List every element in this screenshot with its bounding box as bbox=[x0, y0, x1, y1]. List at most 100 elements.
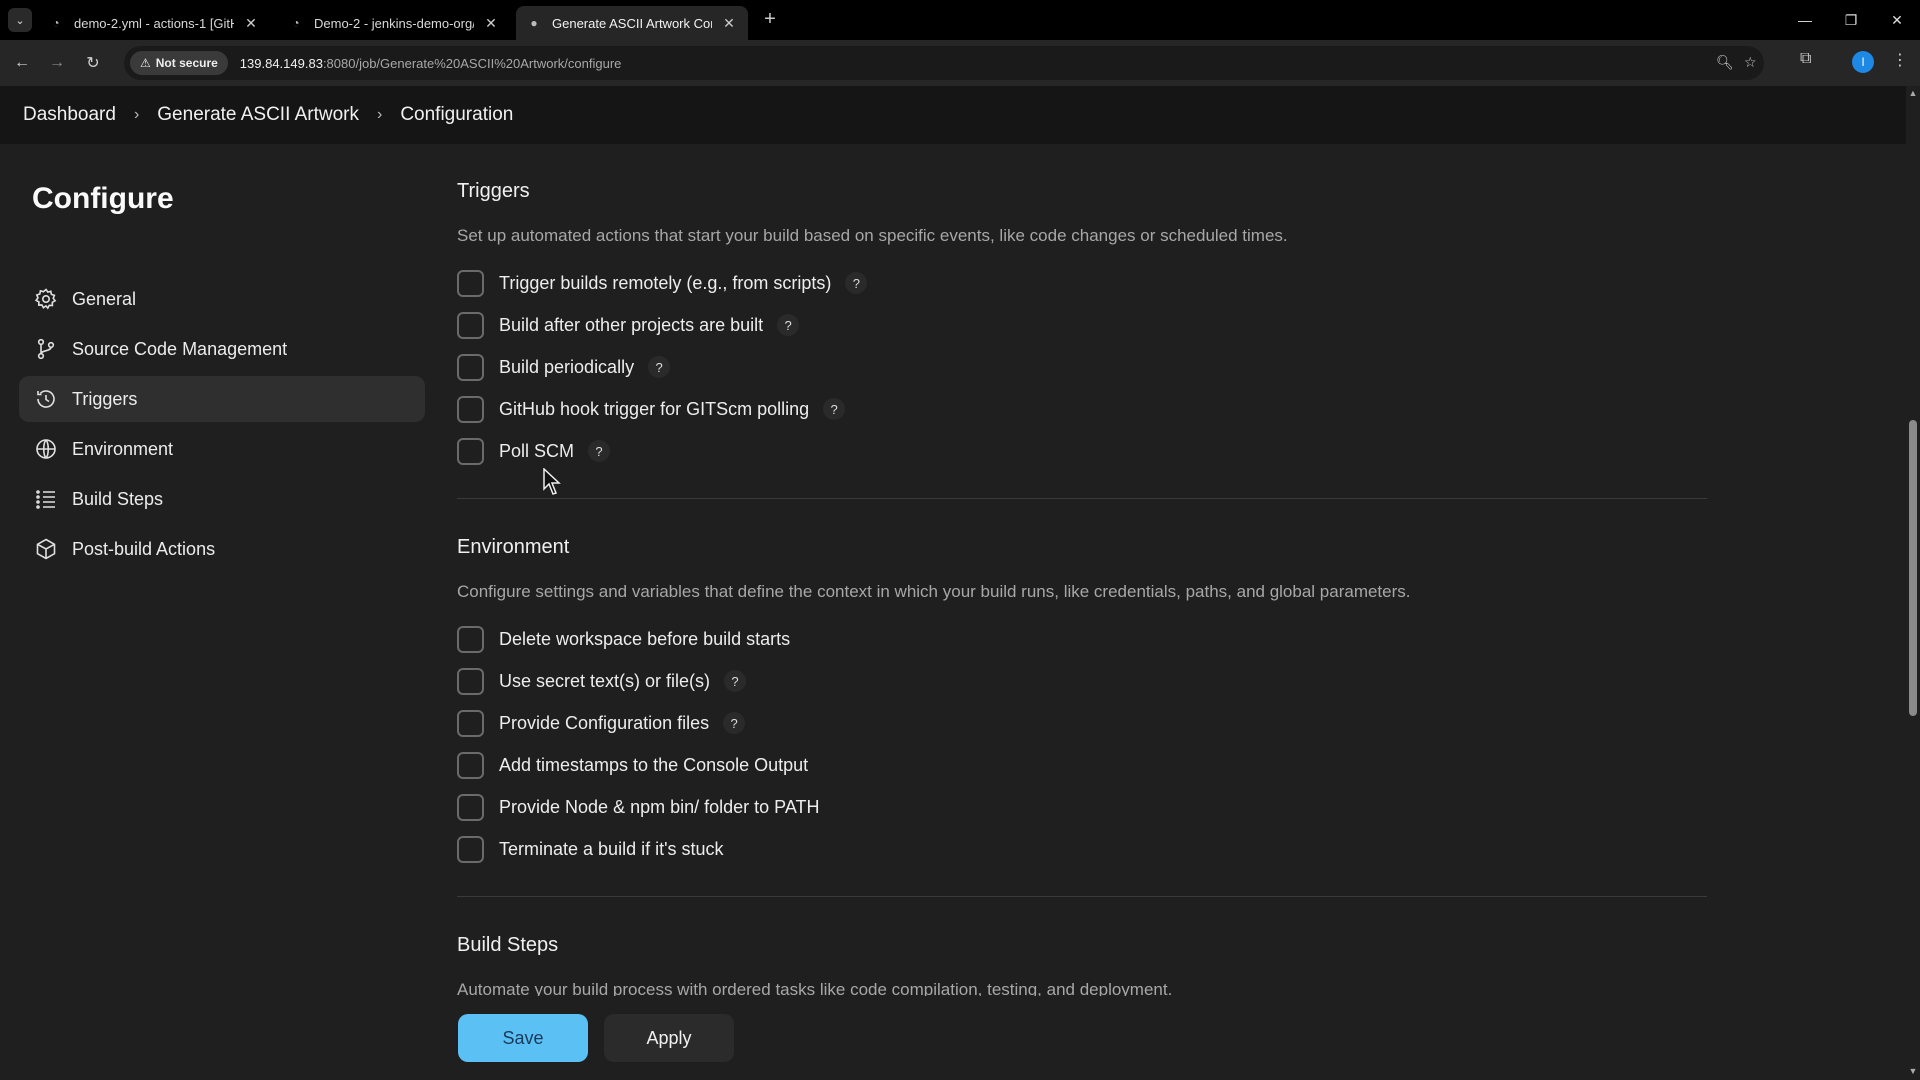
security-label: Not secure bbox=[155, 56, 218, 70]
sidebar-item-build-steps[interactable]: Build Steps bbox=[19, 476, 425, 522]
environment-option[interactable]: Add timestamps to the Console Output bbox=[457, 750, 808, 780]
tab-title: Generate ASCII Artwork Config bbox=[552, 15, 712, 31]
close-tab-icon[interactable]: ✕ bbox=[482, 15, 500, 32]
sidebar-item-label: Source Code Management bbox=[72, 338, 288, 359]
browser-tab[interactable]: ◔ demo-2.yml - actions-1 [GitHub ✕ bbox=[38, 6, 270, 40]
profile-avatar[interactable]: I bbox=[1852, 51, 1874, 73]
environment-option[interactable]: Terminate a build if it's stuck bbox=[457, 834, 724, 864]
checkbox[interactable] bbox=[457, 395, 484, 423]
help-icon[interactable]: ? bbox=[648, 356, 671, 378]
help-icon[interactable]: ? bbox=[845, 272, 868, 294]
security-chip[interactable]: ⚠ Not secure bbox=[130, 51, 228, 75]
tab-title: Demo-2 - jenkins-demo-org/ac bbox=[314, 15, 474, 31]
sidebar-item-environment[interactable]: Environment bbox=[19, 426, 425, 472]
checkbox-label[interactable]: Add timestamps to the Console Output bbox=[499, 755, 808, 776]
sidebar-item-label: Environment bbox=[72, 438, 174, 459]
section-title-triggers: Triggers bbox=[457, 180, 530, 202]
environment-option[interactable]: Use secret text(s) or file(s) ? bbox=[457, 666, 747, 696]
save-button[interactable]: Save bbox=[458, 1014, 588, 1062]
trigger-option[interactable]: Build after other projects are built ? bbox=[457, 310, 800, 340]
checkbox[interactable] bbox=[457, 437, 484, 465]
new-tab-button[interactable]: + bbox=[758, 8, 782, 31]
checkbox-label[interactable]: Provide Configuration files bbox=[499, 713, 709, 734]
help-icon[interactable]: ? bbox=[588, 440, 611, 462]
checkbox-label[interactable]: Build after other projects are built bbox=[499, 315, 763, 336]
trigger-option[interactable]: Trigger builds remotely (e.g., from scri… bbox=[457, 268, 868, 298]
checkbox-label[interactable]: GitHub hook trigger for GITScm polling bbox=[499, 399, 809, 420]
checkbox-label[interactable]: Terminate a build if it's stuck bbox=[499, 839, 724, 860]
sidebar-item-triggers[interactable]: Triggers bbox=[19, 376, 425, 422]
url-host: 139.84.149.83 bbox=[239, 55, 323, 71]
environment-option[interactable]: Provide Configuration files ? bbox=[457, 708, 746, 738]
checkbox[interactable] bbox=[457, 793, 484, 821]
close-window-icon[interactable]: ✕ bbox=[1874, 0, 1920, 40]
environment-option[interactable]: Delete workspace before build starts bbox=[457, 624, 790, 654]
scrollbar-thumb[interactable] bbox=[1909, 420, 1917, 716]
close-tab-icon[interactable]: ✕ bbox=[242, 15, 260, 32]
sidebar-item-general[interactable]: General bbox=[19, 276, 425, 322]
browser-tab[interactable]: ◔ Demo-2 - jenkins-demo-org/ac ✕ bbox=[278, 6, 510, 40]
help-icon[interactable]: ? bbox=[823, 398, 846, 420]
menu-icon[interactable]: ⋮ bbox=[1892, 50, 1908, 70]
checkbox[interactable] bbox=[457, 751, 484, 779]
back-icon[interactable]: ← bbox=[7, 48, 37, 78]
checkbox[interactable] bbox=[457, 625, 484, 653]
form-action-bar: Save Apply bbox=[440, 996, 1906, 1080]
close-tab-icon[interactable]: ✕ bbox=[720, 15, 738, 32]
checkbox[interactable] bbox=[457, 709, 484, 737]
checkbox-label[interactable]: Delete workspace before build starts bbox=[499, 629, 790, 650]
configuration-form: Triggers Set up automated actions that s… bbox=[457, 144, 1707, 996]
checkbox[interactable] bbox=[457, 311, 484, 339]
checkbox[interactable] bbox=[457, 835, 484, 863]
minimize-icon[interactable]: — bbox=[1782, 0, 1828, 40]
breadcrumb: Dashboard › Generate ASCII Artwork › Con… bbox=[0, 86, 1906, 144]
sidebar-item-label: Post-build Actions bbox=[72, 538, 216, 559]
breadcrumb-job[interactable]: Generate ASCII Artwork bbox=[157, 104, 359, 126]
environment-option[interactable]: Provide Node & npm bin/ folder to PATH bbox=[457, 792, 819, 822]
url-text[interactable]: 139.84.149.83:8080/job/Generate%20ASCII%… bbox=[240, 56, 622, 71]
scroll-up-icon[interactable]: ▲ bbox=[1908, 88, 1918, 98]
page-scrollbar[interactable]: ▲ ▼ bbox=[1906, 86, 1920, 1080]
sidebar-item-post-build-actions[interactable]: Post-build Actions bbox=[19, 526, 425, 572]
trigger-option[interactable]: Build periodically ? bbox=[457, 352, 671, 382]
bookmark-star-icon[interactable]: ☆ bbox=[1744, 54, 1757, 71]
address-bar[interactable]: ⚠ Not secure 139.84.149.83:8080/job/Gene… bbox=[124, 46, 1764, 80]
trigger-option[interactable]: GitHub hook trigger for GITScm polling ? bbox=[457, 394, 846, 424]
list-icon bbox=[33, 486, 59, 512]
checkbox-label[interactable]: Poll SCM bbox=[499, 441, 574, 462]
section-title-build-steps: Build Steps bbox=[457, 934, 559, 956]
page-title: Configure bbox=[32, 182, 174, 215]
tab-search-button[interactable]: ⌄ bbox=[8, 8, 32, 32]
checkbox-label[interactable]: Trigger builds remotely (e.g., from scri… bbox=[499, 273, 831, 294]
url-path: :8080/job/Generate%20ASCII%20Artwork/con… bbox=[322, 55, 622, 71]
breadcrumb-configuration[interactable]: Configuration bbox=[400, 104, 513, 126]
jenkins-icon: ● bbox=[530, 16, 538, 30]
checkbox-label[interactable]: Use secret text(s) or file(s) bbox=[499, 671, 710, 692]
sidebar-item-source-code-management[interactable]: Source Code Management bbox=[19, 326, 425, 372]
forward-icon[interactable]: → bbox=[42, 48, 72, 78]
checkbox[interactable] bbox=[457, 667, 484, 695]
tab-title: demo-2.yml - actions-1 [GitHub bbox=[74, 15, 234, 31]
help-icon[interactable]: ? bbox=[724, 670, 747, 692]
breadcrumb-dashboard[interactable]: Dashboard bbox=[23, 104, 116, 126]
section-divider bbox=[457, 896, 1707, 897]
extensions-icon[interactable]: ⧉ bbox=[1800, 50, 1811, 68]
mouse-cursor-icon bbox=[543, 468, 561, 495]
github-icon: ◔ bbox=[52, 16, 60, 30]
checkbox-label[interactable]: Provide Node & npm bin/ folder to PATH bbox=[499, 797, 819, 818]
scroll-down-icon[interactable]: ▼ bbox=[1908, 1066, 1918, 1076]
browser-tab-active[interactable]: ● Generate ASCII Artwork Config ✕ bbox=[516, 6, 748, 40]
trigger-option[interactable]: Poll SCM ? bbox=[457, 436, 611, 466]
help-icon[interactable]: ? bbox=[777, 314, 800, 336]
apply-button[interactable]: Apply bbox=[604, 1014, 734, 1062]
checkbox[interactable] bbox=[457, 353, 484, 381]
reload-icon[interactable]: ↻ bbox=[78, 48, 108, 78]
help-icon[interactable]: ? bbox=[723, 712, 746, 734]
configure-sidebar: Configure General Source Code Management… bbox=[0, 144, 440, 1080]
sidebar-item-label: Build Steps bbox=[72, 488, 164, 509]
restore-icon[interactable]: ❐ bbox=[1828, 0, 1874, 40]
checkbox[interactable] bbox=[457, 269, 484, 297]
checkbox-label[interactable]: Build periodically bbox=[499, 357, 634, 378]
section-title-environment: Environment bbox=[457, 536, 570, 558]
zoom-icon[interactable]: 🔍︎ bbox=[1716, 54, 1734, 71]
